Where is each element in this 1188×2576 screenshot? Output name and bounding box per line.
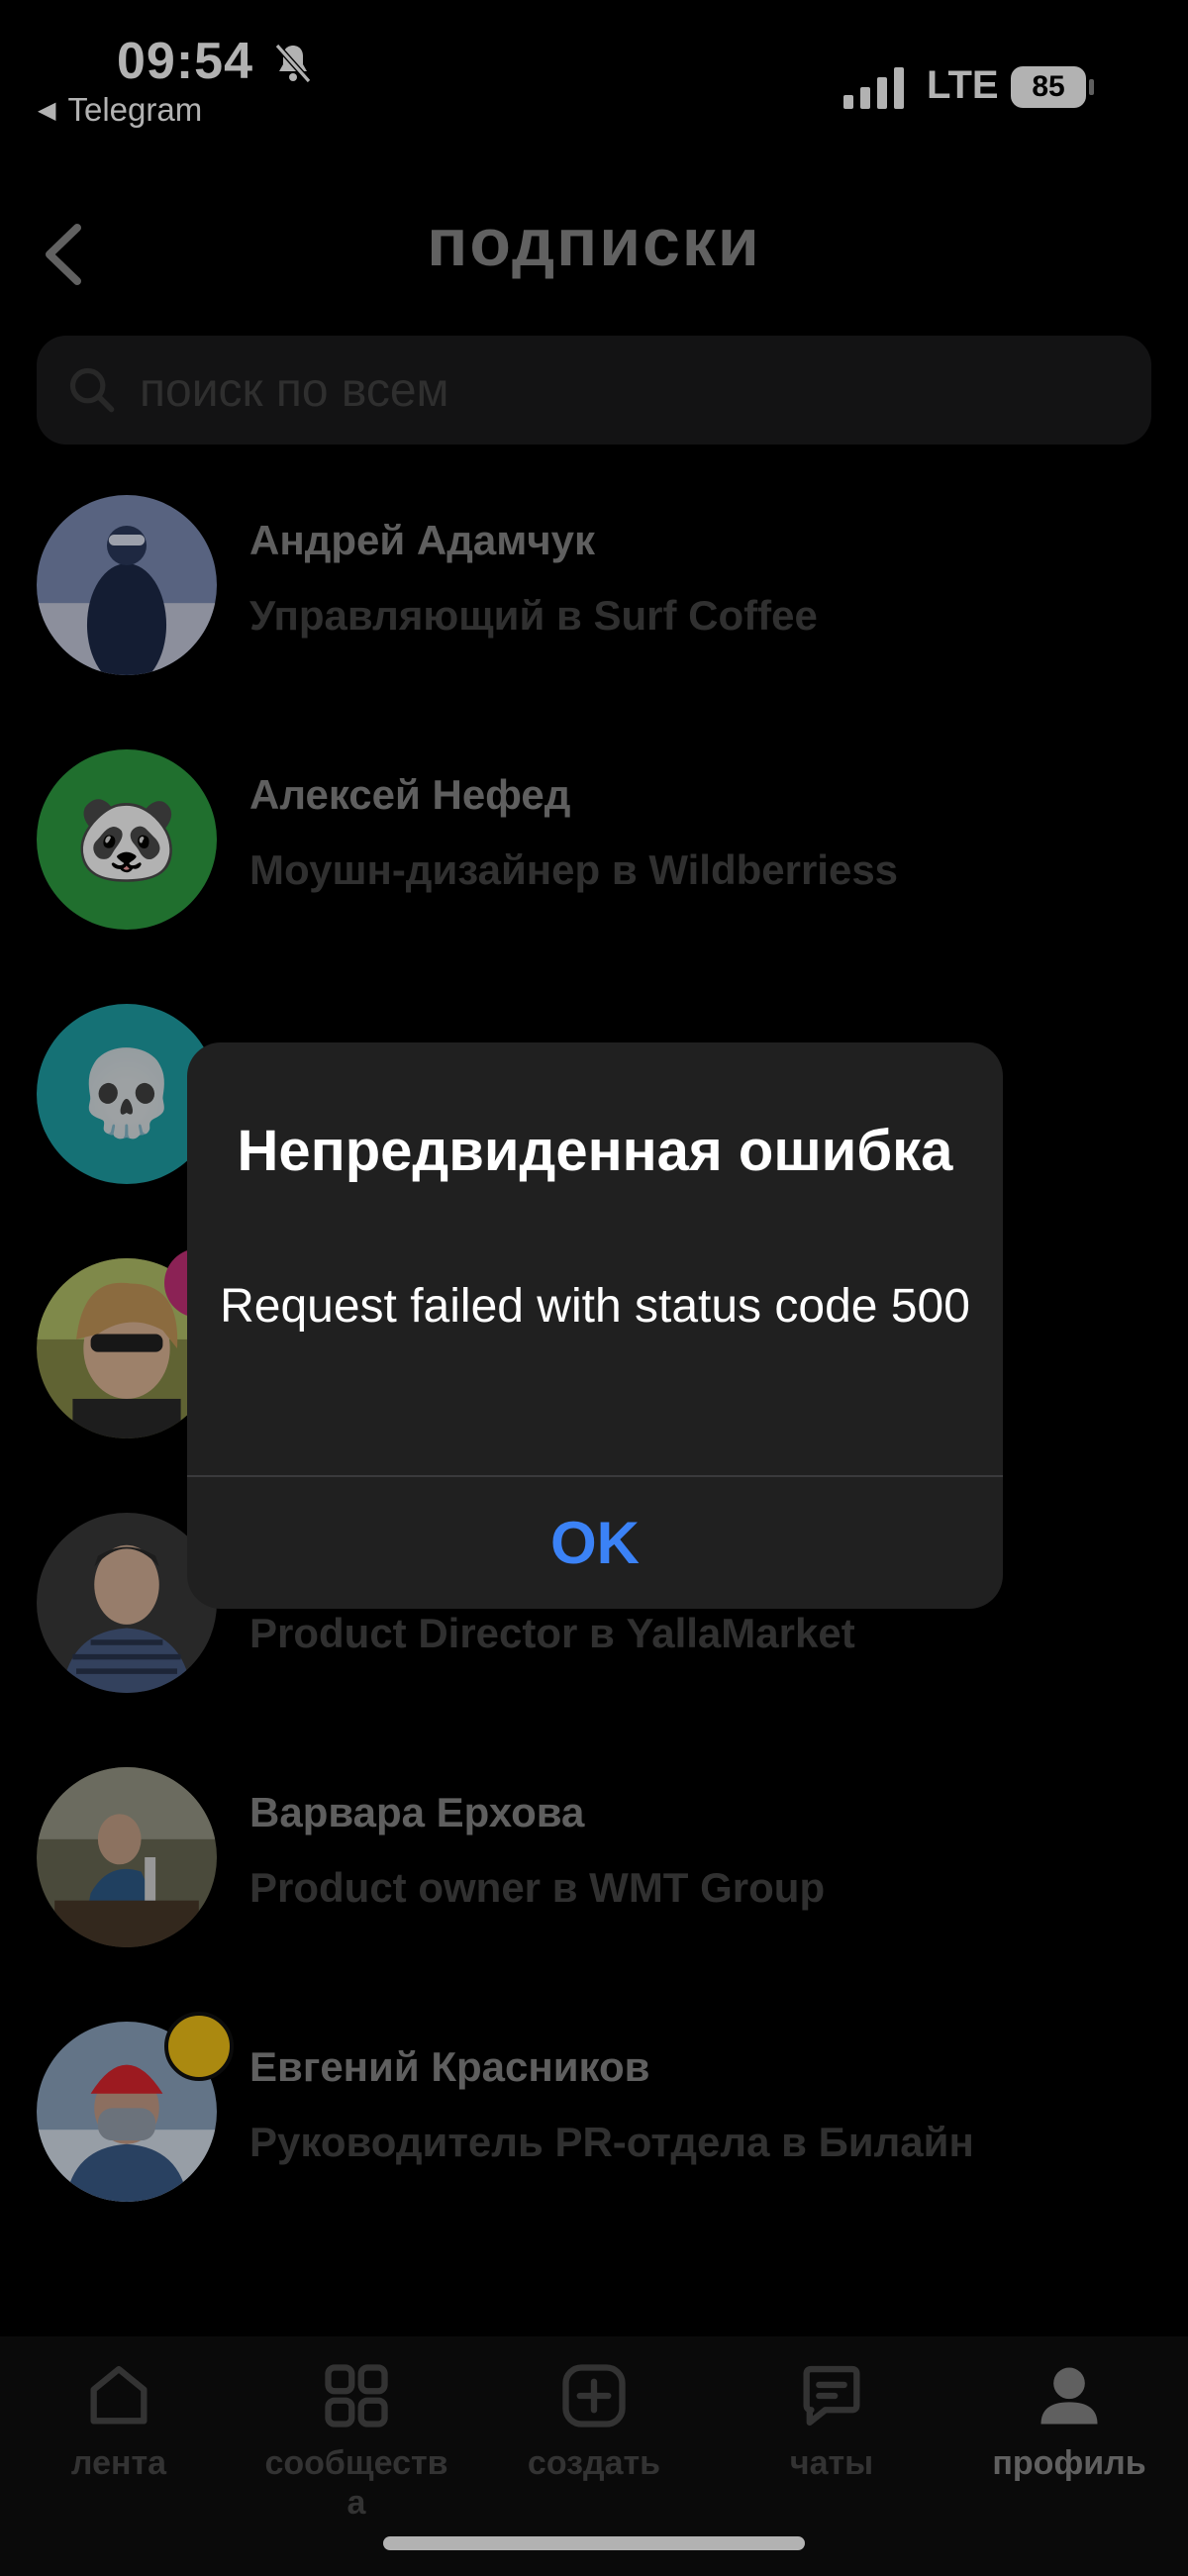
alert-title: Непредвиденная ошибка [237, 1119, 953, 1183]
ok-button[interactable]: OK [187, 1477, 1003, 1609]
error-alert: Непредвиденная ошибка Request failed wit… [187, 1042, 1003, 1609]
alert-message: Request failed with status code 500 [220, 1280, 970, 1333]
screen: 09:54 ◀ Telegram LTE 85 подписки поиск п… [0, 0, 1188, 2576]
